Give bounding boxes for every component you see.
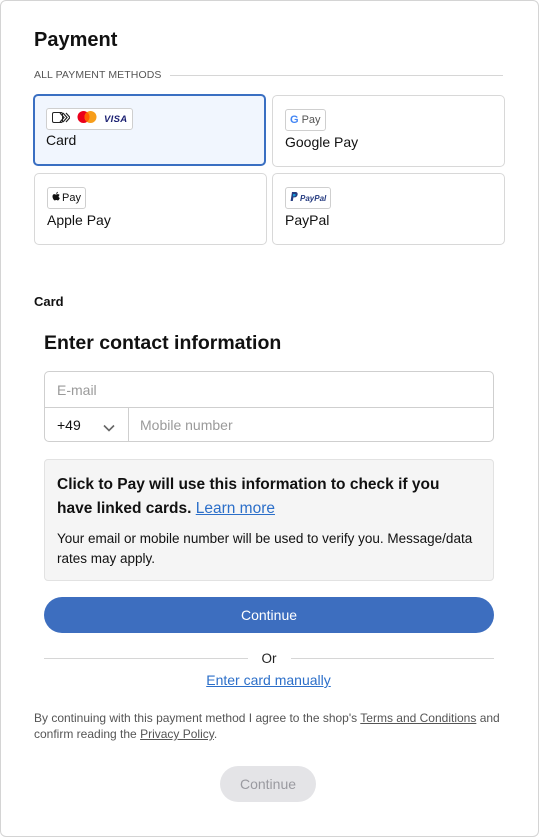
card-stripes-icon <box>52 110 71 128</box>
mobile-number-field[interactable] <box>129 408 493 441</box>
apple-pay-badge: Pay <box>47 187 86 209</box>
apple-icon <box>52 189 61 207</box>
mastercard-icon <box>76 110 98 129</box>
footer-continue-button[interactable]: Continue <box>220 766 316 802</box>
card-brands-badge: VISA <box>46 108 134 130</box>
country-code-select[interactable]: +49 <box>45 408 129 441</box>
method-paypal[interactable]: PayPal PayPal <box>272 173 505 245</box>
legal-text: By continuing with this payment method I… <box>34 711 500 741</box>
method-apple-pay[interactable]: Pay Apple Pay <box>34 173 267 245</box>
method-paypal-label: PayPal <box>285 212 330 228</box>
all-payment-methods-label: ALL PAYMENT METHODS <box>34 69 503 81</box>
page-title: Payment <box>34 29 118 51</box>
method-card[interactable]: VISA Card <box>33 94 266 166</box>
method-google-pay[interactable]: G Pay Google Pay <box>272 95 505 167</box>
or-label: Or <box>261 651 277 666</box>
continue-button[interactable]: Continue <box>44 597 494 633</box>
or-divider: Or <box>44 651 494 666</box>
paypal-logo: PayPal <box>285 187 332 209</box>
divider <box>169 74 503 76</box>
method-apple-pay-label: Apple Pay <box>47 212 111 228</box>
apple-pay-logo: Pay <box>47 187 86 209</box>
method-google-pay-label: Google Pay <box>285 134 359 150</box>
terms-link[interactable]: Terms and Conditions <box>360 711 476 725</box>
card-section-heading: Card <box>34 294 64 309</box>
payment-panel: Payment ALL PAYMENT METHODS VISA Card G … <box>0 0 539 837</box>
click-to-pay-info: Click to Pay will use this information t… <box>44 459 494 581</box>
card-logos: VISA <box>46 108 134 130</box>
google-pay-logo: G Pay <box>285 109 326 131</box>
email-field[interactable] <box>45 372 493 408</box>
contact-fields: +49 <box>44 371 494 442</box>
paypal-icon <box>290 189 298 207</box>
contact-info-title: Enter contact information <box>44 332 282 354</box>
click-to-pay-info-text: Click to Pay will use this information t… <box>57 476 440 517</box>
method-card-label: Card <box>46 132 77 148</box>
learn-more-link[interactable]: Learn more <box>196 500 275 517</box>
click-to-pay-subtext: Your email or mobile number will be used… <box>57 531 473 566</box>
enter-card-manually-link[interactable]: Enter card manually <box>1 672 536 688</box>
privacy-policy-link[interactable]: Privacy Policy <box>140 727 214 741</box>
country-code-value: +49 <box>57 416 81 433</box>
paypal-badge: PayPal <box>285 187 332 209</box>
visa-icon: VISA <box>104 113 128 125</box>
google-g-icon: G <box>290 114 299 126</box>
google-pay-badge: G Pay <box>285 109 326 131</box>
chevron-down-icon <box>103 419 115 435</box>
